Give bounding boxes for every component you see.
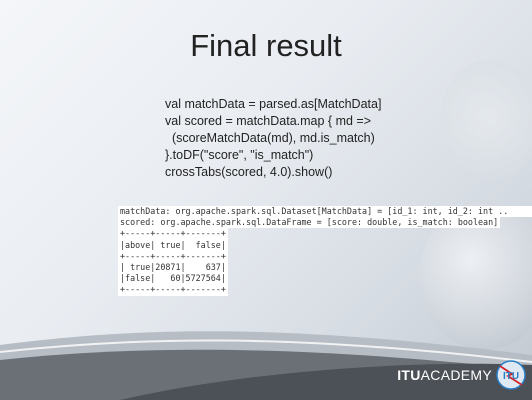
console-output: matchData: org.apache.spark.sql.Dataset[… (118, 206, 532, 296)
itu-academy-logo: ITUACADEMY ITU (397, 360, 526, 390)
logo-text: ITUACADEMY (397, 367, 492, 383)
code-line: val matchData = parsed.as[MatchData] (165, 97, 382, 111)
table-row: +-----+-----+-------+ (120, 284, 226, 295)
crosstab-table: +-----+-----+-------+ |above| true| fals… (118, 228, 228, 296)
table-row: |above| true| false| (120, 239, 226, 250)
itu-globe-icon: ITU (496, 360, 526, 390)
logo-rest-text: ACADEMY (420, 367, 492, 383)
code-snippet: val matchData = parsed.as[MatchData] val… (165, 96, 381, 181)
code-line: val scored = matchData.map { md => (165, 114, 372, 128)
console-line: matchData: org.apache.spark.sql.Dataset[… (118, 206, 532, 218)
table-row: +-----+-----+-------+ (120, 228, 226, 239)
table-row: +-----+-----+-------+ (120, 250, 226, 261)
logo-bold-text: ITU (397, 367, 421, 383)
svg-text:ITU: ITU (503, 371, 519, 382)
table-row: |false| 60|5727564| (120, 273, 226, 284)
console-line: scored: org.apache.spark.sql.DataFrame =… (118, 217, 501, 229)
code-line: }.toDF("score", "is_match") (165, 148, 314, 162)
code-line: (scoreMatchData(md), md.is_match) (165, 131, 375, 145)
slide-title: Final result (190, 28, 342, 63)
table-row: | true|20871| 637| (120, 262, 226, 273)
code-line: crossTabs(scored, 4.0).show() (165, 165, 333, 179)
